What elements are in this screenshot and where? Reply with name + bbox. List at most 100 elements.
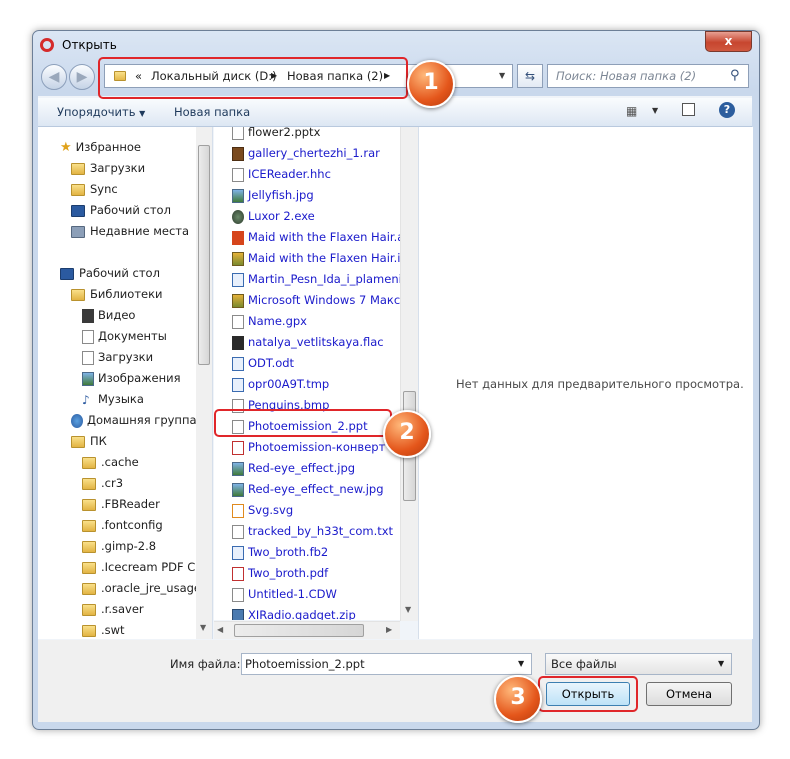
search-input[interactable]: Поиск: Новая папка (2) ⚲	[547, 64, 749, 88]
close-button[interactable]: x	[705, 31, 752, 52]
nav-folder[interactable]: .cr3	[82, 473, 123, 493]
cancel-button[interactable]: Отмена	[646, 682, 732, 706]
libraries-icon	[71, 288, 85, 301]
tmp-icon	[232, 377, 244, 392]
nav-folder[interactable]: .r.saver	[82, 599, 144, 619]
nav-folder[interactable]: .Icecream PDF Co	[82, 557, 202, 577]
nav-item-images[interactable]: Изображения	[82, 368, 181, 388]
annotation-badge-3: 3	[494, 675, 542, 723]
file-item[interactable]: ODT.odt	[232, 353, 294, 373]
scroll-right-icon[interactable]: ▶	[386, 625, 392, 634]
nav-item-sync[interactable]: Sync	[71, 179, 118, 199]
chevron-down-icon[interactable]: ▼	[518, 659, 524, 668]
file-item[interactable]: Martin_Pesn_Ida_i_plameni.f	[232, 269, 400, 289]
forward-button[interactable]: ▶	[69, 64, 95, 90]
nav-folder[interactable]: .cache	[82, 452, 139, 472]
file-item[interactable]: Microsoft Windows 7 Макси	[232, 290, 400, 310]
audio-icon	[232, 230, 244, 245]
refresh-icon: ⇆	[524, 69, 536, 83]
downloads-icon	[82, 350, 94, 365]
book-icon	[232, 545, 244, 560]
nav-item-desktop[interactable]: Рабочий стол	[71, 200, 171, 220]
organize-button[interactable]: Упорядочить ▼	[57, 105, 145, 119]
file-item[interactable]: Untitled-1.CDW	[232, 584, 337, 604]
nav-folder[interactable]: .gimp-2.8	[82, 536, 156, 556]
nav-item-downloads[interactable]: Загрузки	[71, 158, 145, 178]
file-item[interactable]: Red-eye_effect_new.jpg	[232, 479, 384, 499]
hscroll-thumb[interactable]	[234, 624, 364, 637]
scroll-down-icon[interactable]: ▼	[200, 623, 206, 632]
nav-folder[interactable]: .FBReader	[82, 494, 160, 514]
file-item[interactable]: flower2.pptx	[232, 127, 320, 142]
nav-item-documents[interactable]: Документы	[82, 326, 167, 346]
back-button[interactable]: ◀	[41, 64, 67, 90]
file-list-hscrollbar[interactable]: ◀ ▶	[214, 621, 400, 639]
folder-icon	[71, 162, 85, 175]
organize-label: Упорядочить	[57, 105, 136, 119]
file-list-scrollbar[interactable]: ▼	[400, 127, 418, 621]
view-grid-icon[interactable]: ▦	[626, 104, 637, 118]
new-folder-button[interactable]: Новая папка	[174, 105, 250, 119]
filename-label: Имя файла:	[170, 657, 241, 671]
file-item[interactable]: Maid with the Flaxen Hair.an	[232, 227, 400, 247]
archive-icon	[232, 146, 244, 161]
file-item[interactable]: Two_broth.fb2	[232, 542, 328, 562]
refresh-button[interactable]: ⇆	[517, 64, 543, 88]
folder-icon	[82, 540, 96, 553]
folder-icon	[71, 183, 85, 196]
exe-icon	[232, 209, 244, 224]
file-item[interactable]: Photoemission-конверт	[232, 437, 385, 457]
file-item[interactable]: XIRadio.gadget.zip	[232, 605, 356, 620]
video-icon	[82, 308, 94, 323]
filename-input[interactable]: Photoemission_2.ppt ▼	[241, 653, 532, 675]
search-placeholder: Поиск: Новая папка (2)	[556, 69, 697, 83]
nav-item-lib-downloads[interactable]: Загрузки	[82, 347, 153, 367]
nav-scroll-thumb[interactable]	[198, 145, 210, 365]
nav-libraries[interactable]: Библиотеки	[71, 284, 163, 304]
nav-item-video[interactable]: Видео	[82, 305, 135, 325]
annotation-frame-file	[214, 409, 392, 437]
document-icon	[232, 167, 244, 182]
file-item[interactable]: tracked_by_h33t_com.txt	[232, 521, 393, 541]
preview-pane-icon[interactable]	[682, 103, 695, 116]
view-options-chevron-icon[interactable]: ▼	[652, 106, 658, 115]
recent-places-icon	[71, 225, 85, 238]
file-item[interactable]: Jellyfish.jpg	[232, 185, 314, 205]
filetype-select[interactable]: Все файлы ▼	[545, 653, 732, 675]
file-item[interactable]: ICEReader.hhc	[232, 164, 331, 184]
nav-item-recent[interactable]: Недавние места	[71, 221, 189, 241]
help-icon[interactable]: ?	[719, 102, 735, 118]
star-icon: ★	[60, 140, 72, 155]
chevron-down-icon[interactable]: ▼	[718, 659, 724, 668]
scroll-left-icon[interactable]: ◀	[217, 625, 223, 634]
nav-folder[interactable]: .oracle_jre_usage	[82, 578, 201, 598]
file-item[interactable]: Two_broth.pdf	[232, 563, 328, 583]
address-dropdown-icon[interactable]: ▼	[499, 71, 505, 80]
annotation-badge-2: 2	[383, 410, 431, 458]
file-item[interactable]: gallery_chertezhi_1.rar	[232, 143, 380, 163]
nav-homegroup[interactable]: Домашняя группа	[71, 410, 197, 430]
file-item[interactable]: Luxor 2.exe	[232, 206, 315, 226]
file-item[interactable]: natalya_vetlitskaya.flac	[232, 332, 384, 352]
scroll-down-icon[interactable]: ▼	[405, 605, 411, 614]
nav-desktop-root[interactable]: Рабочий стол	[60, 263, 160, 283]
back-arrow-icon: ◀	[48, 69, 60, 85]
desktop-icon	[71, 204, 85, 217]
flac-icon	[232, 335, 244, 350]
word-icon	[232, 356, 244, 371]
nav-item-music[interactable]: ♪ Музыка	[82, 389, 144, 409]
search-icon[interactable]: ⚲	[730, 68, 740, 83]
nav-folder[interactable]: .swt	[82, 620, 125, 639]
file-item[interactable]: opr00A9T.tmp	[232, 374, 329, 394]
folder-icon	[82, 498, 96, 511]
nav-scrollbar[interactable]: ▼	[196, 127, 212, 639]
nav-folder[interactable]: .fontconfig	[82, 515, 163, 535]
file-item[interactable]: Maid with the Flaxen Hair.isc	[232, 248, 400, 268]
file-item[interactable]: Svg.svg	[232, 500, 293, 520]
folder-icon	[82, 582, 96, 595]
annotation-frame-open	[538, 676, 638, 712]
nav-pc[interactable]: ПК	[71, 431, 107, 451]
nav-favorites[interactable]: ★ Избранное	[60, 137, 141, 157]
file-item[interactable]: Name.gpx	[232, 311, 307, 331]
file-item[interactable]: Red-eye_effect.jpg	[232, 458, 355, 478]
